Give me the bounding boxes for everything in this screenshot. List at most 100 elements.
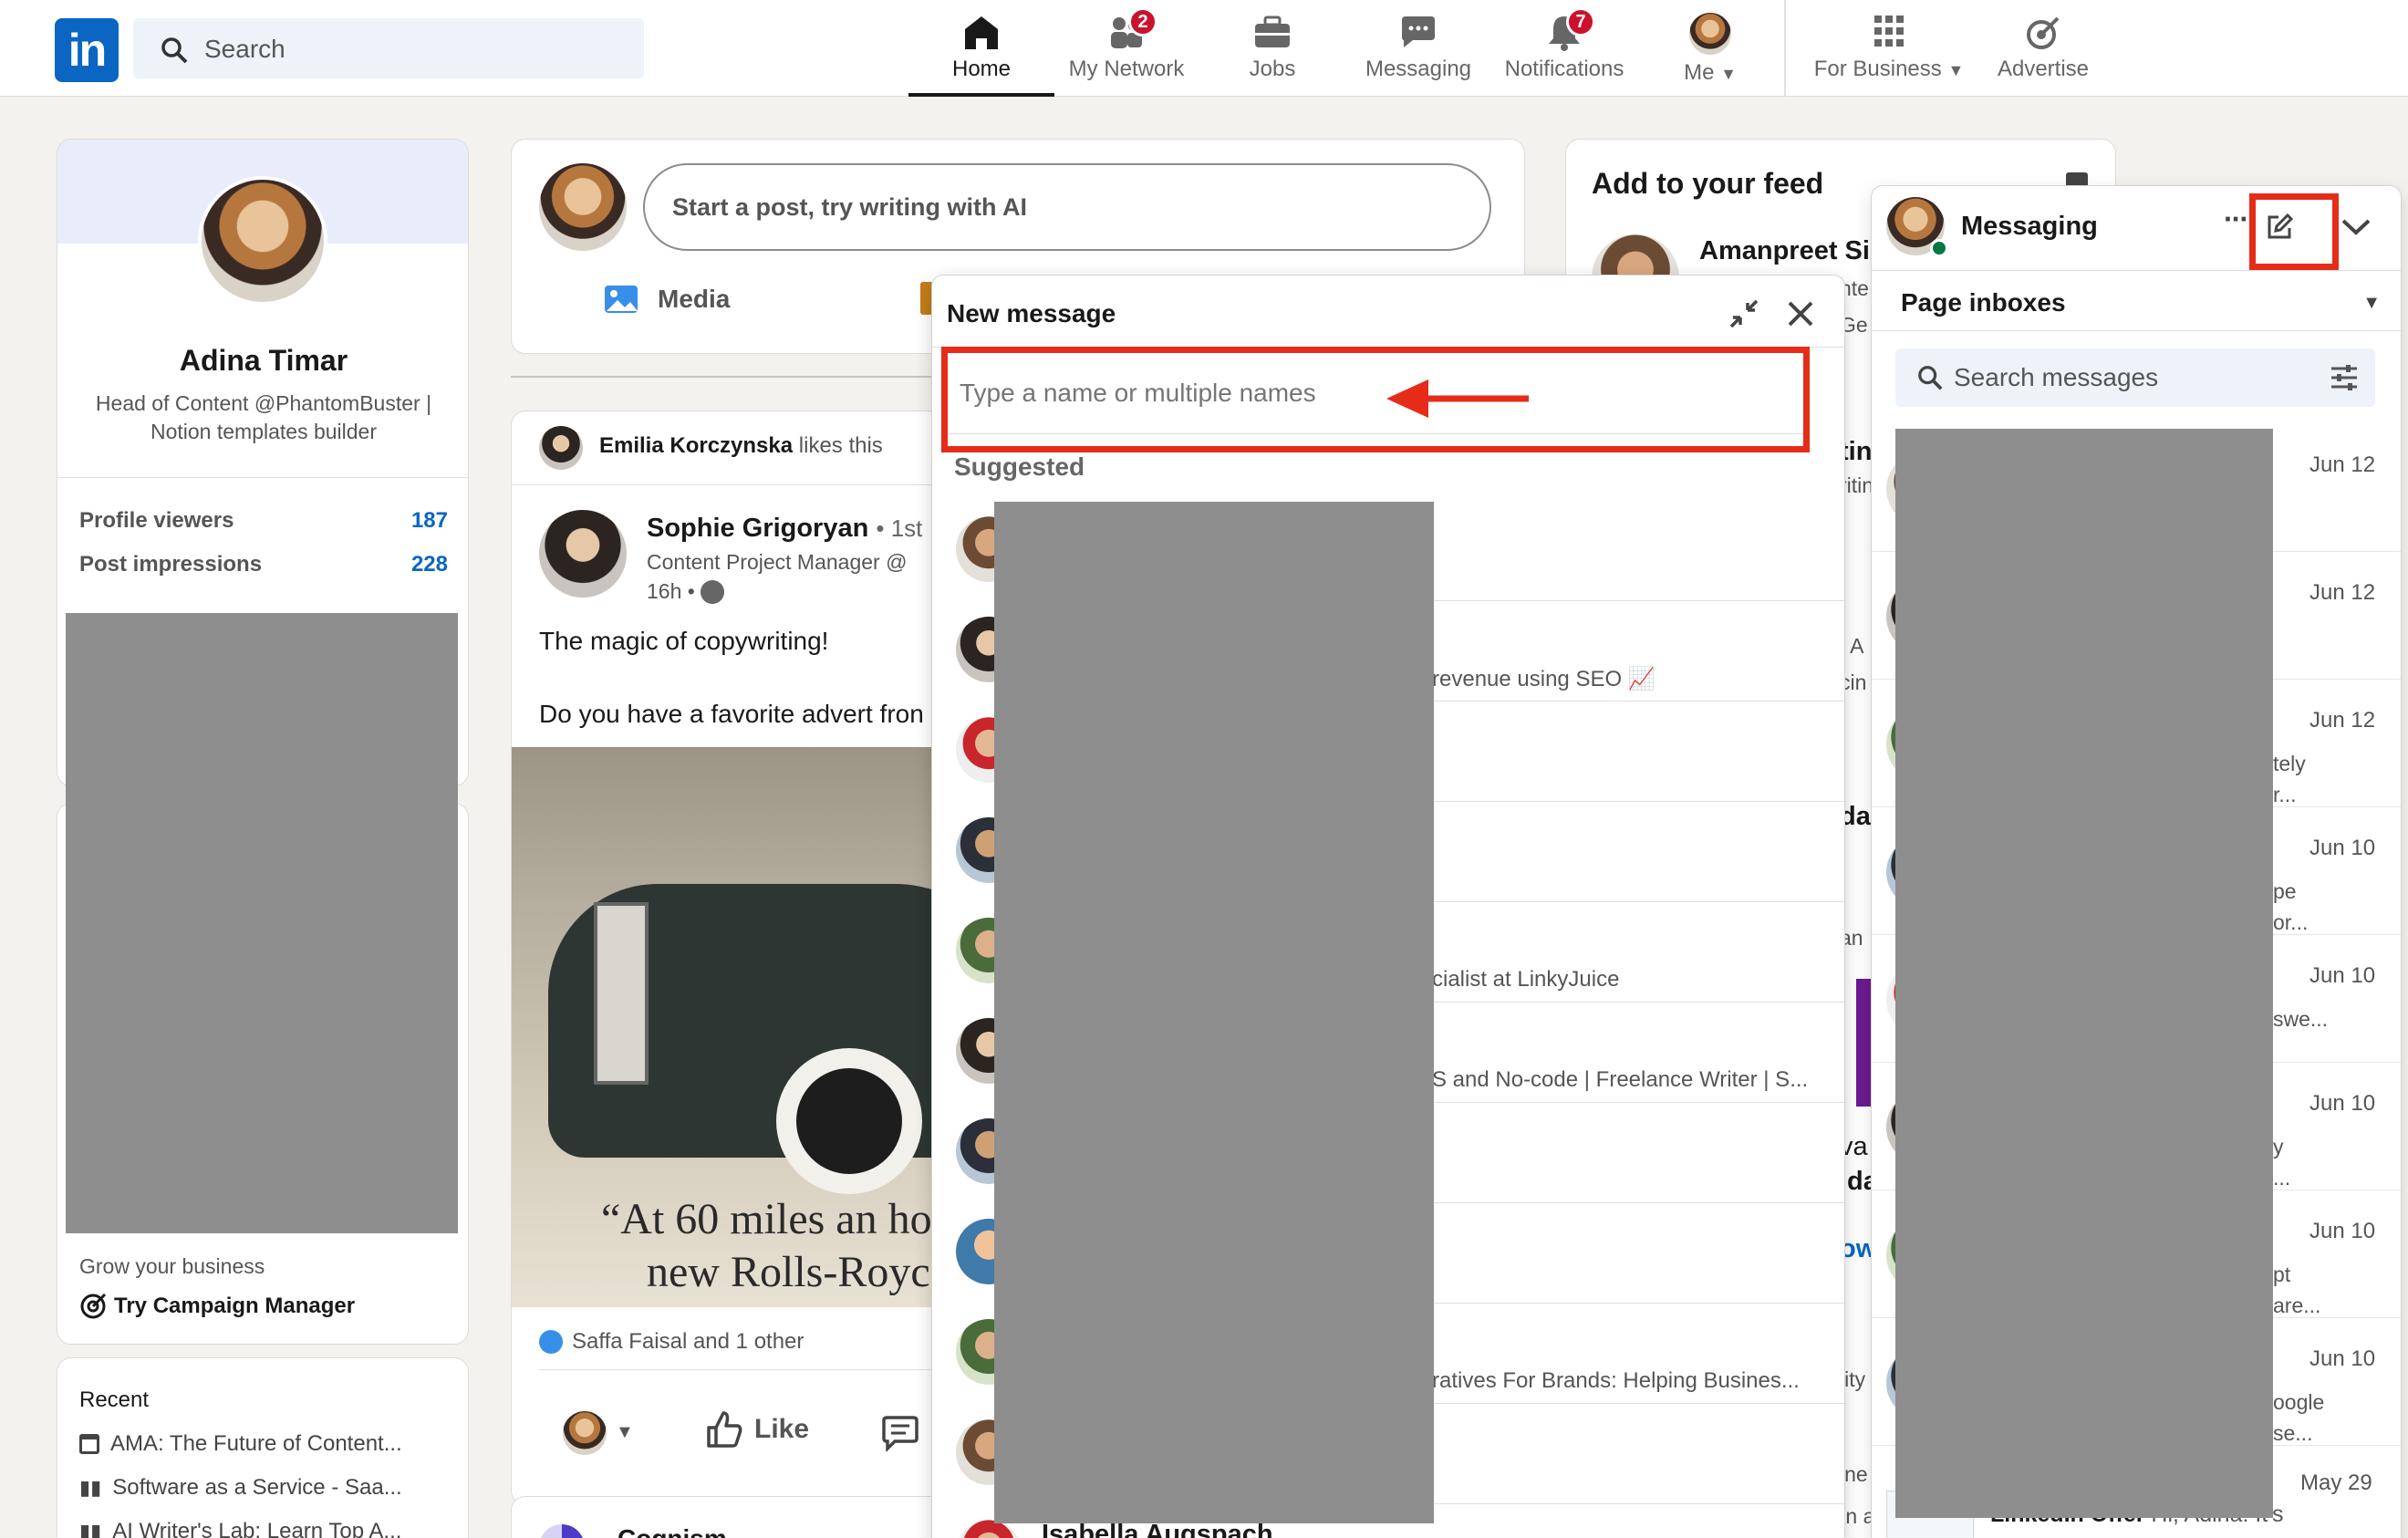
me-avatar — [1689, 13, 1731, 55]
caret-down-icon: ▼ — [1720, 65, 1737, 83]
suggested-snippet[interactable]: cialist at LinkyJuice — [1432, 967, 1619, 992]
car-wheel — [776, 1048, 922, 1194]
like-reaction-icon — [539, 1330, 563, 1354]
target-icon — [80, 1293, 107, 1319]
activity-actor[interactable]: Emilia Korczynska — [599, 433, 793, 458]
stat-value: 187 — [410, 508, 448, 533]
stat-row-profile-viewers[interactable]: Profile viewers 187 — [79, 508, 448, 534]
new-message-title: New message — [947, 299, 1116, 327]
nav-divider — [1784, 0, 1786, 97]
recent-item[interactable]: ▮▮ AI Writer's Lab: Learn Top A... — [79, 1519, 401, 1538]
stat-row-post-impressions[interactable]: Post impressions 228 — [79, 552, 448, 577]
search-bar[interactable]: Search — [133, 18, 644, 78]
nav-me[interactable]: Me ▼ — [1642, 0, 1779, 97]
thread-snippet[interactable]: y ... — [2273, 1131, 2290, 1193]
caret-down-icon: ▼ — [1947, 61, 1965, 79]
nav-messaging[interactable]: Messaging — [1350, 0, 1487, 97]
recent-item[interactable]: ▮▮ Software as a Service - Saa... — [79, 1475, 402, 1501]
author-avatar[interactable] — [539, 510, 627, 598]
feed-suggestion-name[interactable]: Amanpreet Sin — [1699, 236, 1886, 266]
chevron-down-icon[interactable] — [2341, 217, 2372, 237]
thread-snippet[interactable]: swe... — [2273, 1003, 2328, 1034]
top-navigation: in Search Home 2 My Network Jobs Messagi… — [0, 0, 2408, 97]
start-post-label: Start a post, try writing with AI — [672, 192, 1028, 221]
calendar-icon — [79, 1434, 99, 1454]
profile-name[interactable]: Adina Timar — [57, 344, 468, 378]
recent-item-label: AMA: The Future of Content... — [110, 1431, 402, 1456]
thread-date: Jun 12 — [2309, 708, 2376, 733]
messaging-title[interactable]: Messaging — [1961, 212, 2098, 242]
author-degree: • 1st — [876, 514, 923, 542]
suggested-snippet[interactable]: ratives For Brands: Helping Busines... — [1432, 1368, 1800, 1394]
stat-value: 228 — [410, 552, 448, 577]
message-search[interactable]: Search messages — [1895, 348, 2375, 407]
briefcase-icon — [1255, 16, 1290, 47]
suggested-snippet[interactable]: revenue using SEO 📈 — [1432, 666, 1656, 692]
company-logo — [539, 1524, 585, 1538]
more-options-icon[interactable]: ··· — [2224, 203, 2249, 236]
header-divider — [1872, 270, 2401, 271]
post-text-line1: The magic of copywriting! — [539, 627, 829, 655]
advertise-icon — [2027, 16, 2060, 49]
start-post-button[interactable]: Start a post, try writing with AI — [643, 163, 1491, 251]
globe-icon — [700, 579, 724, 604]
thread-date: Jun 10 — [2309, 836, 2376, 860]
post-time: 16h • — [647, 579, 724, 604]
thread-date: Jun 10 — [2309, 963, 2376, 988]
activity-text: likes this — [798, 433, 883, 458]
profile-avatar[interactable] — [198, 176, 327, 306]
network-badge: 2 — [1128, 7, 1157, 36]
feed-fragment: tin — [1840, 437, 1873, 466]
event-icon — [920, 282, 933, 315]
thread-snippet[interactable]: pe or... — [2273, 876, 2308, 938]
minimize-icon[interactable] — [1728, 297, 1760, 330]
nav-advertise[interactable]: Advertise — [1970, 0, 2116, 97]
author-title: Content Project Manager @ — [647, 550, 908, 574]
author-line[interactable]: Sophie Grigoryan • 1st — [647, 514, 922, 544]
nav-jobs-label: Jobs — [1249, 57, 1296, 81]
like-label: Like — [754, 1414, 810, 1444]
search-input[interactable]: Search — [204, 35, 285, 64]
nav-my-network[interactable]: 2 My Network — [1058, 0, 1195, 97]
reactions-text: Saffa Faisal and 1 other — [572, 1329, 804, 1354]
group-icon: ▮▮ — [79, 1476, 102, 1499]
thread-snippet[interactable]: oogle se... — [2273, 1387, 2324, 1449]
caret-down-icon[interactable]: ▼ — [616, 1422, 634, 1443]
author-name[interactable]: Sophie Grigoryan — [647, 514, 868, 543]
nav-notifications[interactable]: 7 Notifications — [1496, 0, 1633, 97]
reactions-line[interactable]: Saffa Faisal and 1 other — [539, 1329, 804, 1355]
like-button[interactable]: Like — [703, 1409, 809, 1450]
feed-fragment: In a — [1840, 1504, 1875, 1528]
nav-for-business[interactable]: For Business ▼ — [1793, 0, 1985, 97]
recent-item[interactable]: AMA: The Future of Content... — [79, 1431, 402, 1457]
arrow-annotation — [1386, 379, 1529, 418]
bell-icon: 7 — [1544, 7, 1595, 51]
next-post-author[interactable]: Cognism — [618, 1524, 727, 1538]
nav-network-label: My Network — [1068, 57, 1185, 81]
message-search-input[interactable]: Search messages — [1954, 363, 2158, 392]
nav-messaging-label: Messaging — [1365, 57, 1472, 81]
page-inboxes-dropdown[interactable]: Page inboxes ▼ — [1901, 288, 2381, 317]
linkedin-logo[interactable]: in — [55, 18, 119, 82]
suggested-snippet[interactable]: S and No-code | Freelance Writer | S... — [1432, 1067, 1808, 1093]
search-icon — [161, 37, 188, 64]
grid-icon — [1874, 16, 1904, 47]
media-button[interactable]: Media — [603, 284, 730, 315]
post-text-line2: Do you have a favorite advert fron — [539, 700, 924, 728]
page-inboxes-label: Page inboxes — [1901, 288, 2066, 317]
ad-text-line1: “At 60 miles an ho — [601, 1195, 932, 1243]
close-icon[interactable] — [1786, 299, 1815, 328]
nav-jobs[interactable]: Jobs — [1204, 0, 1341, 97]
online-status-dot — [1930, 239, 1948, 257]
highlight-box-recipient — [941, 347, 1810, 452]
comment-icon[interactable] — [880, 1415, 920, 1451]
react-as-avatar[interactable] — [563, 1411, 607, 1455]
inbox-divider — [1872, 330, 2401, 331]
try-campaign-manager-link[interactable]: Try Campaign Manager — [79, 1293, 355, 1320]
nav-home[interactable]: Home — [908, 0, 1054, 97]
filter-icon[interactable] — [2330, 363, 2359, 392]
post-time-label: 16h • — [647, 579, 695, 603]
add-to-feed-title: Add to your feed — [1592, 167, 1824, 200]
thread-snippet[interactable]: pt are... — [2273, 1259, 2320, 1321]
thread-snippet[interactable]: tely r... — [2273, 748, 2306, 810]
